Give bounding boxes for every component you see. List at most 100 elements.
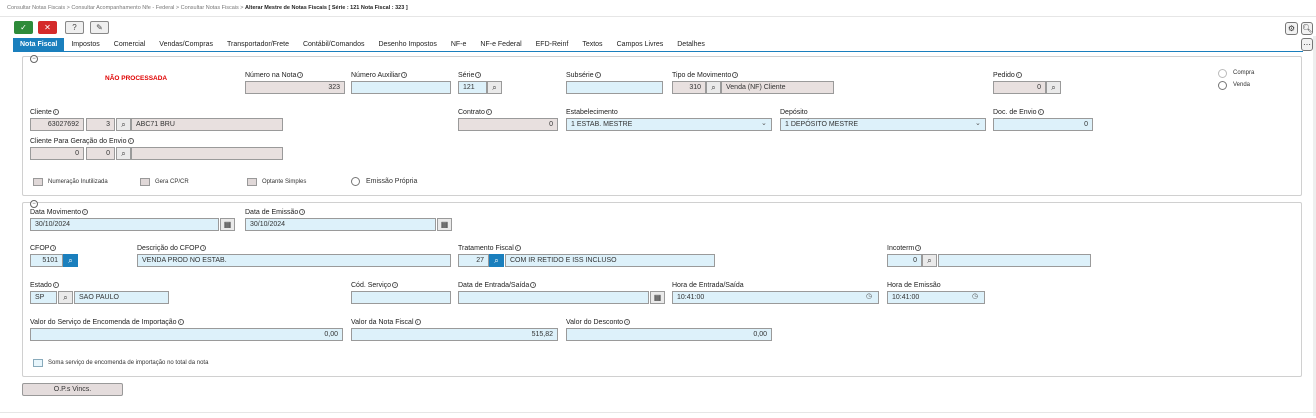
tab-campos-livres[interactable]: Campos Livres bbox=[610, 38, 671, 51]
cancel-button[interactable]: ✕ bbox=[38, 21, 57, 34]
tratamento-fiscal-desc[interactable]: COM IR RETIDO E ISS INCLUSO bbox=[505, 254, 715, 267]
valor-nota-label: Valor da Nota Fiscal i bbox=[351, 319, 421, 326]
deposito-label: Depósito bbox=[780, 109, 808, 116]
tab-desenho-impostos[interactable]: Desenho Impostos bbox=[371, 38, 443, 51]
pedido-label: Pedido i bbox=[993, 72, 1022, 79]
cod-servico-field[interactable] bbox=[351, 291, 451, 304]
chevron-down-icon: ⌄ bbox=[975, 120, 981, 127]
pedido-field[interactable]: 0 bbox=[993, 81, 1046, 94]
deposito-select[interactable]: 1 DEPÓSITO MESTRE bbox=[780, 118, 986, 131]
tab-nfe[interactable]: NF-e bbox=[444, 38, 474, 51]
breadcrumb-link-2[interactable]: Consultar Acompanhamento Nfe - Federal bbox=[71, 5, 174, 11]
ops-vinculadas-button[interactable]: O.P.s Vincs. bbox=[22, 383, 123, 396]
soma-servico-checkbox[interactable] bbox=[33, 359, 43, 367]
cfop-field[interactable]: 5101 bbox=[30, 254, 63, 267]
tab-contabil-comandos[interactable]: Contábil/Comandos bbox=[296, 38, 371, 51]
estabelecimento-select[interactable]: 1 ESTAB. MESTRE bbox=[566, 118, 772, 131]
breadcrumb-link-1[interactable]: Consultar Notas Fiscais bbox=[7, 5, 65, 11]
clock-icon[interactable]: ◷ bbox=[866, 292, 872, 300]
soma-servico-label: Soma serviço de encomenda de importação … bbox=[48, 360, 209, 366]
tab-textos[interactable]: Textos bbox=[575, 38, 609, 51]
tipo-movimento-search-icon[interactable]: ⌕ bbox=[706, 81, 721, 94]
more-options-icon[interactable]: ⋯ bbox=[1301, 38, 1313, 51]
numeracao-inutilizada-checkbox[interactable] bbox=[33, 178, 43, 186]
valor-servico-label: Valor do Serviço de Encomenda de Importa… bbox=[30, 319, 184, 326]
tab-bar: Nota Fiscal Impostos Comercial Vendas/Co… bbox=[13, 38, 712, 51]
tratamento-fiscal-label: Tratamento Fiscal i bbox=[458, 245, 521, 252]
contrato-field[interactable]: 0 bbox=[458, 118, 558, 131]
hora-entrada-field[interactable]: 10:41:00 bbox=[672, 291, 879, 304]
clock-icon[interactable]: ◷ bbox=[972, 292, 978, 300]
estado-code[interactable]: SP bbox=[30, 291, 57, 304]
cliente-seq[interactable]: 3 bbox=[86, 118, 115, 131]
emissao-propria-label: Emissão Própria bbox=[366, 178, 418, 185]
cliente-envio-search-icon[interactable]: ⌕ bbox=[116, 147, 131, 160]
tab-detalhes[interactable]: Detalhes bbox=[670, 38, 712, 51]
cfop-search-icon[interactable]: ⌕ bbox=[63, 254, 78, 267]
serie-field[interactable]: 121 bbox=[458, 81, 487, 94]
tipo-movimento-desc[interactable]: Venda (NF) Cliente bbox=[721, 81, 834, 94]
tool-button[interactable]: ✎ bbox=[90, 21, 109, 34]
incoterm-desc[interactable] bbox=[938, 254, 1091, 267]
doc-envio-field[interactable]: 0 bbox=[993, 118, 1093, 131]
compra-label: Compra bbox=[1233, 70, 1255, 76]
tab-nfe-federal[interactable]: NF-e Federal bbox=[473, 38, 528, 51]
venda-radio[interactable] bbox=[1218, 81, 1227, 90]
contrato-label: Contrato i bbox=[458, 109, 492, 116]
data-movimento-field[interactable]: 30/10/2024 bbox=[30, 218, 219, 231]
compra-radio[interactable] bbox=[1218, 69, 1227, 78]
cliente-envio-code[interactable]: 0 bbox=[30, 147, 84, 160]
pedido-search-icon[interactable]: ⌕ bbox=[1046, 81, 1061, 94]
calendar-icon[interactable]: ▦ bbox=[437, 218, 452, 231]
cliente-envio-label: Cliente Para Geração do Envio i bbox=[30, 138, 134, 145]
breadcrumb-sep: > bbox=[240, 5, 244, 11]
emissao-propria-toggle[interactable] bbox=[351, 177, 360, 186]
bottom-divider bbox=[0, 412, 1316, 413]
serie-search-icon[interactable]: ⌕ bbox=[487, 81, 502, 94]
calendar-icon[interactable]: ▦ bbox=[220, 218, 235, 231]
settings-icon[interactable]: ⚙ bbox=[1285, 22, 1298, 35]
data-entrada-label: Data de Entrada/Saída i bbox=[458, 282, 537, 289]
data-entrada-field[interactable] bbox=[458, 291, 649, 304]
search-icon[interactable]: 🔍︎ bbox=[1301, 22, 1313, 35]
data-emissao-field[interactable]: 30/10/2024 bbox=[245, 218, 436, 231]
incoterm-search-icon[interactable]: ⌕ bbox=[922, 254, 937, 267]
valor-desconto-label: Valor do Desconto i bbox=[566, 319, 631, 326]
tipo-movimento-code[interactable]: 310 bbox=[672, 81, 706, 94]
top-divider bbox=[0, 16, 1316, 17]
cliente-envio-seq[interactable]: 0 bbox=[86, 147, 115, 160]
collapse-icon[interactable]: − bbox=[30, 200, 38, 208]
numero-nota-field[interactable]: 323 bbox=[245, 81, 345, 94]
subserie-field[interactable] bbox=[566, 81, 663, 94]
optante-simples-checkbox[interactable] bbox=[247, 178, 257, 186]
estado-name[interactable]: SAO PAULO bbox=[74, 291, 169, 304]
cliente-name[interactable]: ABC71 BRU bbox=[131, 118, 283, 131]
tratamento-fiscal-search-icon[interactable]: ⌕ bbox=[489, 254, 504, 267]
gera-cp-checkbox[interactable] bbox=[140, 178, 150, 186]
tab-impostos[interactable]: Impostos bbox=[64, 38, 106, 51]
confirm-button[interactable]: ✓ bbox=[14, 21, 33, 34]
valor-servico-field[interactable]: 0,00 bbox=[30, 328, 343, 341]
collapse-icon[interactable]: − bbox=[30, 55, 38, 63]
tab-vendas-compras[interactable]: Vendas/Compras bbox=[152, 38, 220, 51]
calendar-icon[interactable]: ▦ bbox=[650, 291, 665, 304]
incoterm-field[interactable]: 0 bbox=[887, 254, 922, 267]
valor-desconto-field[interactable]: 0,00 bbox=[566, 328, 772, 341]
desc-cfop-field[interactable]: VENDA PROD NO ESTAB. bbox=[137, 254, 451, 267]
tratamento-fiscal-code[interactable]: 27 bbox=[458, 254, 489, 267]
breadcrumb-link-3[interactable]: Consultar Notas Fiscais bbox=[181, 5, 239, 11]
numero-auxiliar-field[interactable] bbox=[351, 81, 451, 94]
tab-efd-reinf[interactable]: EFD-Reinf bbox=[529, 38, 576, 51]
valor-nota-field[interactable]: 515,82 bbox=[351, 328, 558, 341]
cliente-code[interactable]: 63027692 bbox=[30, 118, 84, 131]
tab-nota-fiscal[interactable]: Nota Fiscal bbox=[13, 38, 65, 51]
estado-label: Estado i bbox=[30, 282, 59, 289]
help-button[interactable]: ? bbox=[65, 21, 84, 34]
cliente-search-icon[interactable]: ⌕ bbox=[116, 118, 131, 131]
tab-comercial[interactable]: Comercial bbox=[107, 38, 153, 51]
cliente-envio-name[interactable] bbox=[131, 147, 283, 160]
hora-emissao-field[interactable]: 10:41:00 bbox=[887, 291, 985, 304]
breadcrumb-current: Alterar Mestre de Notas Fiscais [ Série … bbox=[245, 5, 408, 11]
tab-transportador-frete[interactable]: Transportador/Frete bbox=[220, 38, 296, 51]
estado-search-icon[interactable]: ⌕ bbox=[58, 291, 73, 304]
